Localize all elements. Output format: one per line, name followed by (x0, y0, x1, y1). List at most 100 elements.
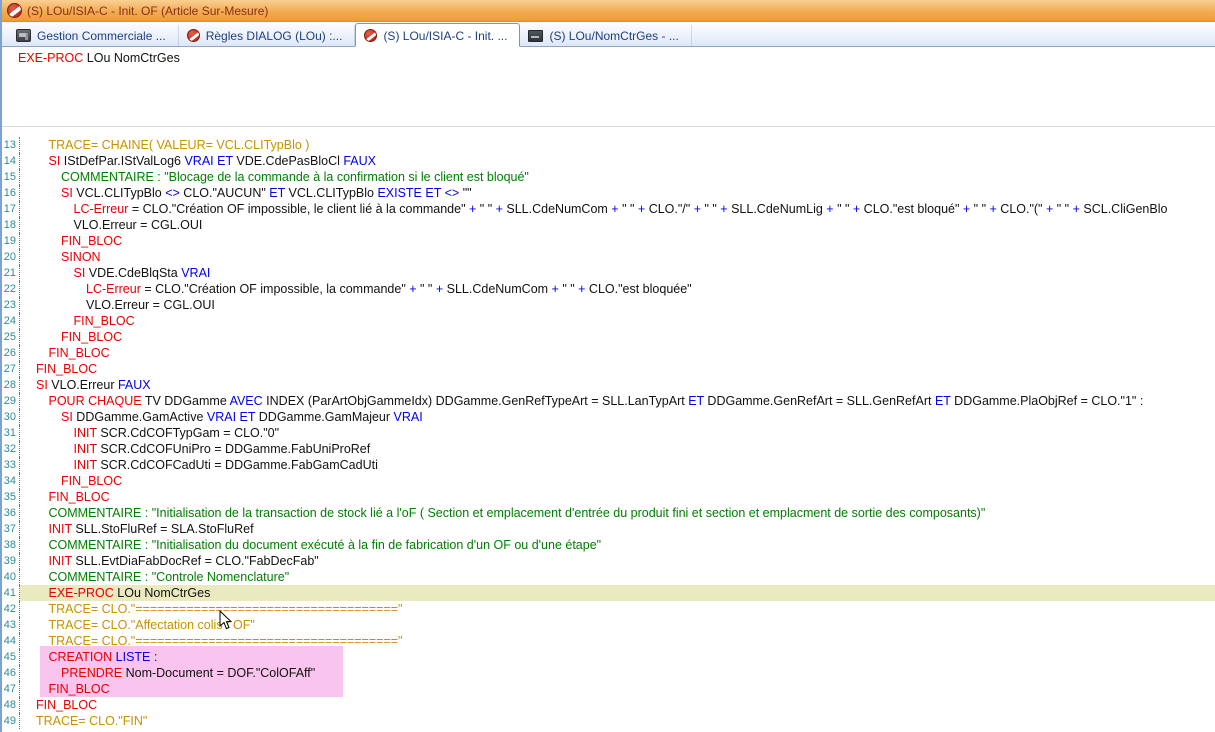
line-number[interactable]: 31 (2, 425, 20, 441)
code-line-29[interactable]: 29POUR CHAQUE TV DDGamme AVEC INDEX (Par… (2, 393, 1215, 409)
line-number[interactable]: 39 (2, 553, 20, 569)
code-line-31[interactable]: 31INIT SCR.CdCOFTypGam = CLO."0" (2, 425, 1215, 441)
code-token: SI (61, 186, 73, 200)
dialog-icon (364, 29, 377, 42)
code-line-19[interactable]: 19FIN_BLOC (2, 233, 1215, 249)
code-line-43[interactable]: 43TRACE= CLO."Affectation colis / OF" (2, 617, 1215, 633)
code-line-23[interactable]: 23 VLO.Erreur = CGL.OUI (2, 297, 1215, 313)
code-line-text: SI VLO.Erreur FAUX (20, 377, 1215, 393)
line-number[interactable]: 14 (2, 153, 20, 169)
line-number[interactable]: 42 (2, 601, 20, 617)
line-number[interactable]: 17 (2, 201, 20, 217)
line-number[interactable]: 41 (2, 585, 20, 601)
code-line-28[interactable]: 28SI VLO.Erreur FAUX (2, 377, 1215, 393)
line-number[interactable]: 26 (2, 345, 20, 361)
code-line-24[interactable]: 24FIN_BLOC (2, 313, 1215, 329)
code-line-44[interactable]: 44TRACE= CLO."==========================… (2, 633, 1215, 649)
code-line-47[interactable]: 47FIN_BLOC (2, 681, 1215, 697)
code-line-text: FIN_BLOC (20, 313, 1215, 329)
line-number[interactable]: 15 (2, 169, 20, 185)
code-line-49[interactable]: 49TRACE= CLO."FIN" (2, 713, 1215, 729)
code-line-text: VLO.Erreur = CGL.OUI (20, 297, 1215, 313)
code-token: COMMENTAIRE : "Controle Nomenclature" (49, 570, 290, 584)
line-number[interactable]: 45 (2, 649, 20, 665)
code-line-33[interactable]: 33INIT SCR.CdCOFCadUti = DDGamme.FabGamC… (2, 457, 1215, 473)
line-number[interactable]: 35 (2, 489, 20, 505)
line-number[interactable]: 49 (2, 713, 20, 729)
code-line-48[interactable]: 48FIN_BLOC (2, 697, 1215, 713)
code-line-34[interactable]: 34FIN_BLOC (2, 473, 1215, 489)
code-line-39[interactable]: 39INIT SLL.EvtDiaFabDocRef = CLO."FabDec… (2, 553, 1215, 569)
code-line-41[interactable]: 41EXE-PROC LOu NomCtrGes (2, 585, 1215, 601)
code-token: + (990, 202, 997, 216)
code-token: CLO."est bloqué" (860, 202, 963, 216)
line-number[interactable]: 29 (2, 393, 20, 409)
code-line-22[interactable]: 22LC-Erreur = CLO."Création OF impossibl… (2, 281, 1215, 297)
console-icon (528, 30, 543, 42)
code-line-17[interactable]: 17LC-Erreur = CLO."Création OF impossibl… (2, 201, 1215, 217)
line-number[interactable]: 47 (2, 681, 20, 697)
line-number[interactable]: 48 (2, 697, 20, 713)
code-line-40[interactable]: 40 COMMENTAIRE : "Controle Nomenclature" (2, 569, 1215, 585)
line-number[interactable]: 20 (2, 249, 20, 265)
line-number[interactable]: 13 (2, 137, 20, 153)
code-line-26[interactable]: 26FIN_BLOC (2, 345, 1215, 361)
code-line-14[interactable]: 14SI IStDefPar.IStValLog6 VRAI ET VDE.Cd… (2, 153, 1215, 169)
code-line-20[interactable]: 20SINON (2, 249, 1215, 265)
line-number[interactable]: 21 (2, 265, 20, 281)
code-line-32[interactable]: 32INIT SCR.CdCOFUniPro = DDGamme.FabUniP… (2, 441, 1215, 457)
code-token: + (611, 202, 618, 216)
line-number[interactable]: 43 (2, 617, 20, 633)
code-token: AVEC (230, 394, 263, 408)
code-token: SCR.CdCOFTypGam = CLO."0" (97, 426, 279, 440)
code-line-25[interactable]: 25FIN_BLOC (2, 329, 1215, 345)
line-number[interactable]: 16 (2, 185, 20, 201)
tab-3[interactable]: (S) LOu/ISIA-C - Init. ... (355, 23, 520, 47)
line-number[interactable]: 22 (2, 281, 20, 297)
code-line-21[interactable]: 21SI VDE.CdeBlqSta VRAI (2, 265, 1215, 281)
code-line-text: FIN_BLOC (20, 473, 1215, 489)
exe-proc-header-pane[interactable]: EXE-PROC LOu NomCtrGes (2, 47, 1215, 127)
line-number[interactable]: 24 (2, 313, 20, 329)
line-number[interactable]: 37 (2, 521, 20, 537)
line-number[interactable]: 36 (2, 505, 20, 521)
line-number[interactable]: 34 (2, 473, 20, 489)
line-number[interactable]: 38 (2, 537, 20, 553)
code-line-30[interactable]: 30SI DDGamme.GamActive VRAI ET DDGamme.G… (2, 409, 1215, 425)
line-number[interactable]: 33 (2, 457, 20, 473)
code-line-38[interactable]: 38COMMENTAIRE : "Initialisation du docum… (2, 537, 1215, 553)
code-line-15[interactable]: 15COMMENTAIRE : "Blocage de la commande … (2, 169, 1215, 185)
line-number[interactable]: 27 (2, 361, 20, 377)
code-line-35[interactable]: 35 FIN_BLOC (2, 489, 1215, 505)
code-token: SI (49, 154, 61, 168)
code-token: FIN_BLOC (49, 490, 110, 504)
tab-1[interactable]: Gestion Commerciale ... (8, 25, 179, 46)
code-line-37[interactable]: 37INIT SLL.StoFluRef = SLA.StoFluRef (2, 521, 1215, 537)
tab-4[interactable]: (S) LOu/NomCtrGes - ... (520, 25, 691, 46)
code-line-16[interactable]: 16SI VCL.CLITypBlo <> CLO."AUCUN" ET VCL… (2, 185, 1215, 201)
line-number[interactable]: 30 (2, 409, 20, 425)
code-line-13[interactable]: 13TRACE= CHAINE( VALEUR= VCL.CLITypBlo ) (2, 137, 1215, 153)
line-number[interactable]: 40 (2, 569, 20, 585)
code-line-text: INIT SCR.CdCOFUniPro = DDGamme.FabUniPro… (20, 441, 1215, 457)
code-token: ET (217, 154, 233, 168)
line-number[interactable]: 44 (2, 633, 20, 649)
tab-2[interactable]: Règles DIALOG (LOu) :... (179, 25, 356, 46)
line-number[interactable]: 25 (2, 329, 20, 345)
line-number[interactable]: 32 (2, 441, 20, 457)
code-line-27[interactable]: 27FIN_BLOC (2, 361, 1215, 377)
code-pane[interactable]: 13TRACE= CHAINE( VALEUR= VCL.CLITypBlo )… (2, 127, 1215, 731)
code-line-45[interactable]: 45CREATION LISTE : (2, 649, 1215, 665)
line-number[interactable]: 46 (2, 665, 20, 681)
line-number[interactable]: 18 (2, 217, 20, 233)
code-token: DDGamme.GamMajeur (255, 410, 393, 424)
line-number[interactable]: 28 (2, 377, 20, 393)
code-line-18[interactable]: 18VLO.Erreur = CGL.OUI (2, 217, 1215, 233)
code-line-42[interactable]: 42TRACE= CLO."==========================… (2, 601, 1215, 617)
code-line-46[interactable]: 46PRENDRE Nom-Document = DOF."ColOFAff" (2, 665, 1215, 681)
code-token: VLO.Erreur = CGL.OUI (86, 298, 215, 312)
line-number[interactable]: 23 (2, 297, 20, 313)
code-token: LOu NomCtrGes (114, 586, 211, 600)
code-line-36[interactable]: 36COMMENTAIRE : "Initialisation de la tr… (2, 505, 1215, 521)
line-number[interactable]: 19 (2, 233, 20, 249)
